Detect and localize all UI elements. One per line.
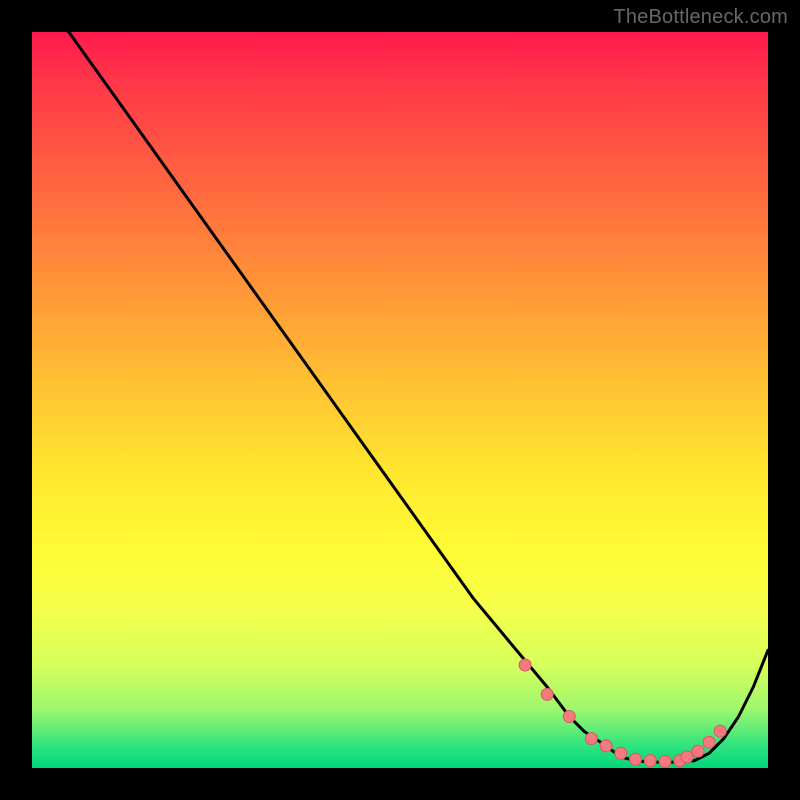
marker-point	[615, 747, 627, 759]
marker-point	[600, 740, 612, 752]
marker-point	[703, 736, 715, 748]
marker-point	[692, 745, 704, 757]
chart-svg	[32, 32, 768, 768]
highlighted-points-group	[519, 659, 726, 767]
marker-point	[630, 753, 642, 765]
marker-point	[644, 755, 656, 767]
marker-point	[519, 659, 531, 671]
marker-point	[659, 755, 671, 767]
marker-point	[541, 688, 553, 700]
marker-point	[714, 725, 726, 737]
marker-point	[585, 733, 597, 745]
chart-frame	[32, 32, 768, 768]
bottleneck-curve	[32, 10, 768, 762]
watermark-text: TheBottleneck.com	[613, 6, 788, 29]
marker-point	[681, 751, 693, 763]
marker-point	[563, 711, 575, 723]
